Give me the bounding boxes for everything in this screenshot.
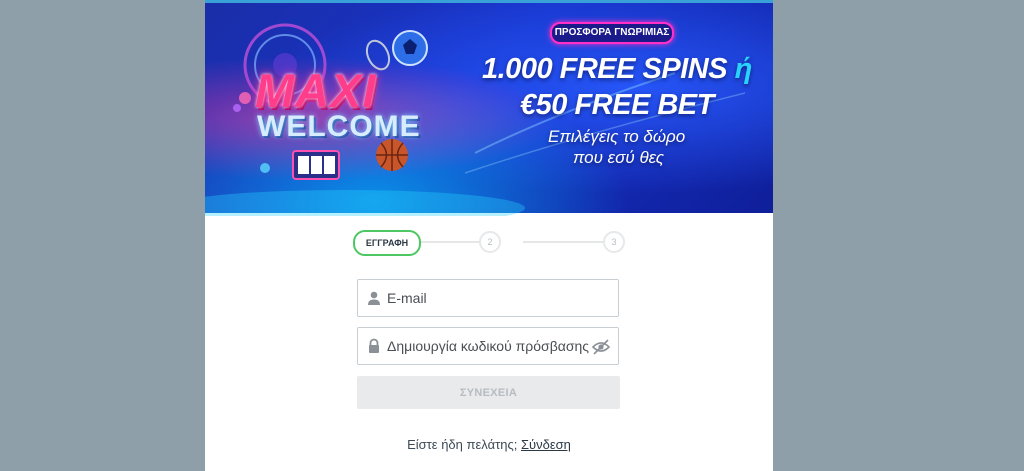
offer-tagline-1: Επιλέγεις το δώρο: [548, 127, 686, 146]
login-link[interactable]: Σύνδεση: [521, 437, 571, 452]
welcome-banner: MAXI WELCOME ΠΡΟΣΦΟΡΑ ΓΝΩΡΙΜΙΑΣ 1.000 FR…: [205, 0, 773, 216]
offer-headline-2: €50 FREE BET: [520, 89, 714, 121]
step-1-registration: ΕΓΓΡΑΦΗ: [353, 230, 421, 256]
registration-modal: MAXI WELCOME ΠΡΟΣΦΟΡΑ ΓΝΩΡΙΜΙΑΣ 1.000 FR…: [205, 0, 773, 471]
email-field: [357, 279, 619, 317]
email-input[interactable]: [387, 280, 592, 316]
password-input[interactable]: [387, 328, 592, 364]
eye-off-icon[interactable]: [592, 339, 610, 355]
offer-headline-1: 1.000 FREE SPINS ή: [482, 53, 752, 86]
login-prompt: Είστε ήδη πελάτης; Σύνδεση: [205, 437, 773, 452]
step-2: 2: [479, 231, 501, 253]
offer-spins-text: 1.000 FREE SPINS: [482, 53, 728, 85]
registration-stepper: ΕΓΓΡΑΦΗ 2 3: [353, 230, 625, 256]
lock-icon: [369, 338, 379, 353]
offer-or-text: ή: [734, 53, 753, 85]
existing-customer-text: Είστε ήδη πελάτης;: [407, 437, 518, 452]
continue-button[interactable]: ΣΥΝΕΧΕΙΑ: [357, 376, 620, 409]
promo-badge: ΠΡΟΣΦΟΡΑ ΓΝΩΡΙΜΙΑΣ: [550, 22, 674, 44]
offer-tagline-2: που εσύ θες: [573, 148, 664, 167]
user-icon: [368, 291, 380, 305]
welcome-logo-text: WELCOME: [257, 110, 421, 143]
password-field: [357, 327, 619, 365]
step-3: 3: [603, 231, 625, 253]
stepper-connector-2: [523, 241, 603, 243]
